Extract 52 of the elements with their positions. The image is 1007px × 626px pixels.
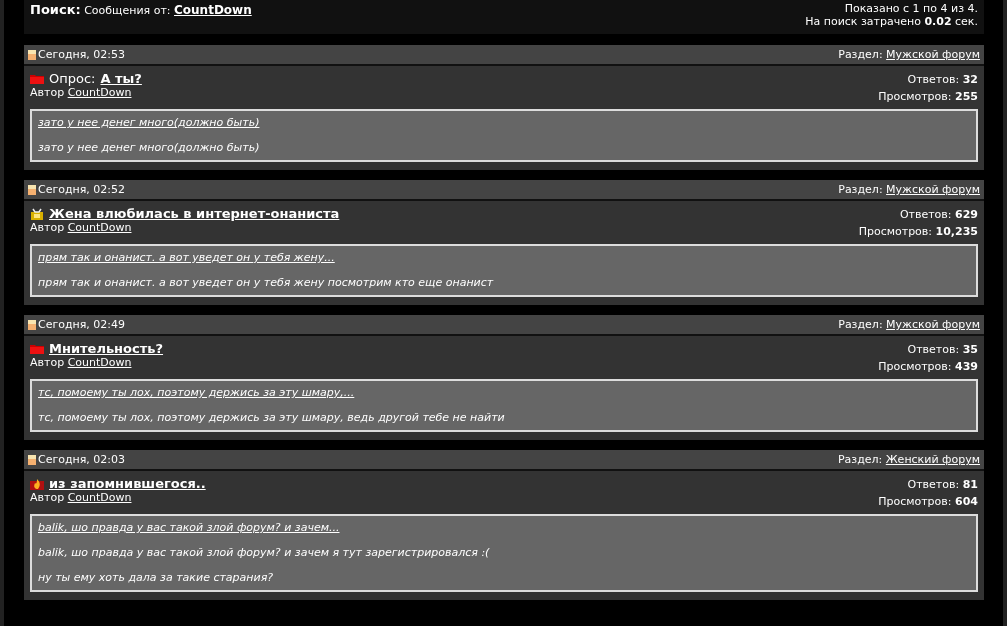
- post-icon: [28, 184, 36, 195]
- post-icon: [28, 319, 36, 330]
- thread-link[interactable]: Жена влюбилась в интернет-онаниста: [49, 206, 340, 221]
- post-date: Сегодня, 02:49: [38, 318, 126, 331]
- post-link[interactable]: прям так и онанист. а вот уведет он у тебя жену...: [38, 251, 970, 264]
- search-time: На поиск затрачено 0.02 сек.: [805, 15, 978, 28]
- views-count: Просмотров: 10,235: [858, 224, 978, 240]
- section-link[interactable]: Женский форум: [885, 453, 980, 466]
- post-text: прям так и онанист. а вот уведет он у тебя жену посмотрим кто еще онанист: [38, 276, 495, 289]
- thread-link[interactable]: Мнительность?: [49, 341, 164, 356]
- section-label: Раздел:: [838, 183, 883, 196]
- poll-label: Опрос:: [49, 71, 96, 86]
- post-date: Сегодня, 02:53: [38, 48, 126, 61]
- thread-link[interactable]: А ты?: [100, 71, 142, 86]
- post-link[interactable]: зато у нее денег много(должно быть): [38, 116, 970, 129]
- author-link[interactable]: CountDown: [67, 86, 132, 99]
- results-count: Показано с 1 по 4 из 4.: [843, 2, 978, 15]
- replies-count: Ответов: 629: [898, 207, 978, 223]
- query-label: Сообщения от:: [84, 4, 171, 17]
- views-count: Просмотров: 604: [878, 494, 978, 510]
- post-icon: [28, 454, 36, 465]
- replies-count: Ответов: 35: [906, 342, 978, 358]
- author-label: Автор: [30, 86, 65, 99]
- section-link[interactable]: Мужской форум: [886, 318, 980, 331]
- author-link[interactable]: CountDown: [67, 491, 132, 504]
- author-link[interactable]: CountDown: [67, 221, 132, 234]
- section-label: Раздел:: [837, 453, 883, 466]
- thread-link[interactable]: из запомнившегося..: [49, 476, 206, 491]
- author-label: Автор: [30, 491, 65, 504]
- user-link[interactable]: CountDown: [174, 3, 252, 17]
- section-label: Раздел:: [838, 48, 883, 61]
- replies-count: Ответов: 81: [906, 477, 978, 493]
- post-text: зато у нее денег много(должно быть): [38, 141, 261, 154]
- post-link[interactable]: тс, помоему ты лох, поэтому держись за эту шмару,...: [38, 386, 970, 399]
- search-label: Поиск:: [30, 2, 81, 17]
- post-date: Сегодня, 02:52: [38, 183, 126, 196]
- post-link[interactable]: balik, шо правда у вас такой злой форум? и зачем...: [38, 521, 970, 534]
- section-link[interactable]: Мужской форум: [886, 183, 980, 196]
- post-icon: [28, 49, 36, 60]
- views-count: Просмотров: 255: [878, 89, 978, 105]
- post-date: Сегодня, 02:03: [38, 453, 126, 466]
- section-label: Раздел:: [838, 318, 883, 331]
- author-label: Автор: [30, 356, 65, 369]
- author-link[interactable]: CountDown: [67, 356, 132, 369]
- replies-count: Ответов: 32: [906, 72, 978, 88]
- author-label: Автор: [30, 221, 65, 234]
- post-text: тс, помоему ты лох, поэтому держись за эту шмару, ведь другой тебе не найти: [38, 411, 506, 424]
- views-count: Просмотров: 439: [878, 359, 978, 375]
- post-text: balik, шо правда у вас такой злой форум? и зачем я тут зарегистрировался :(: [38, 546, 491, 559]
- section-link[interactable]: Мужской форум: [886, 48, 980, 61]
- fire-folder-icon: [30, 477, 44, 490]
- post-text: ну ты ему хоть дала за такие старания?: [38, 571, 275, 584]
